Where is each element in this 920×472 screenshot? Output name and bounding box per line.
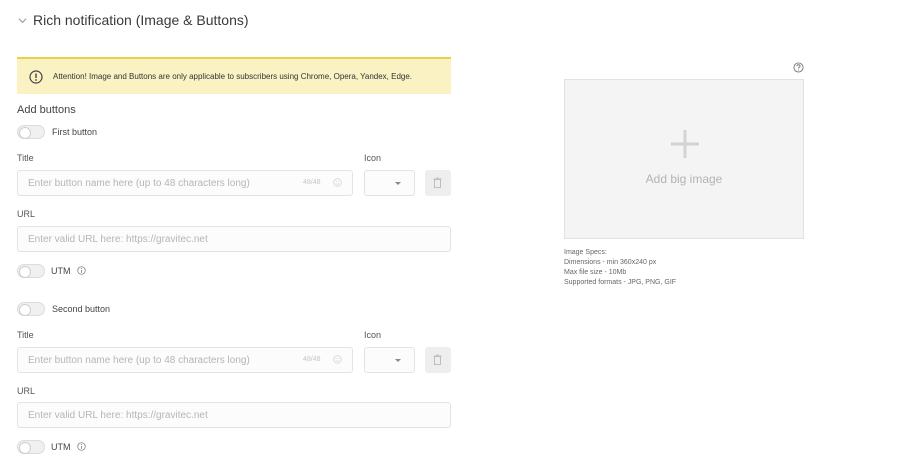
icon-label: Icon [364, 330, 382, 340]
char-counter: 48/48 [303, 356, 321, 363]
second-button-toggle[interactable] [17, 302, 45, 316]
image-dropzone[interactable]: Add big image [564, 79, 804, 239]
second-button-url-input[interactable]: Enter valid URL here: https://gravitec.n… [17, 402, 451, 428]
second-button-delete-button[interactable] [425, 347, 451, 373]
info-icon[interactable] [77, 266, 86, 275]
second-utm-toggle[interactable] [17, 440, 45, 454]
url-label: URL [17, 386, 36, 396]
char-counter: 48/48 [303, 179, 321, 186]
url-placeholder: Enter valid URL here: https://gravitec.n… [28, 233, 208, 245]
title-placeholder: Enter button name here (up to 48 charact… [28, 354, 250, 366]
section-header[interactable]: Rich notification (Image & Buttons) [18, 12, 249, 28]
plus-icon [671, 130, 699, 158]
first-button-icon-select[interactable] [364, 170, 415, 196]
url-label: URL [17, 209, 36, 219]
second-button-label: Second button [52, 304, 111, 314]
alert-text: Attention! Image and Buttons are only ap… [53, 72, 413, 81]
add-big-image-text: Add big image [645, 172, 723, 186]
chevron-down-icon [18, 17, 27, 23]
first-button-url-input[interactable]: Enter valid URL here: https://gravitec.n… [17, 226, 451, 252]
warning-icon [29, 69, 43, 84]
first-utm-toggle[interactable] [17, 264, 45, 278]
emoji-icon[interactable] [333, 178, 342, 187]
url-placeholder: Enter valid URL here: https://gravitec.n… [28, 409, 208, 421]
info-icon[interactable] [77, 442, 86, 451]
specs-line: Dimensions - min 360x240 px [564, 259, 657, 266]
first-button-delete-button[interactable] [425, 170, 451, 196]
first-button-toggle[interactable] [17, 125, 45, 139]
specs-line: Supported formats - JPG, PNG, GIF [564, 279, 677, 286]
second-button-icon-select[interactable] [364, 347, 415, 373]
add-buttons-heading: Add buttons [17, 104, 76, 116]
first-button-label: First button [52, 127, 98, 137]
trash-icon [433, 177, 442, 188]
trash-icon [433, 354, 442, 365]
icon-label: Icon [364, 153, 382, 163]
emoji-icon[interactable] [333, 355, 342, 364]
utm-label: UTM [51, 266, 71, 276]
caret-down-icon [395, 182, 401, 185]
attention-alert: Attention! Image and Buttons are only ap… [17, 57, 451, 94]
title-label: Title [17, 330, 34, 340]
section-title: Rich notification (Image & Buttons) [33, 12, 249, 28]
utm-label: UTM [51, 442, 71, 452]
help-icon[interactable] [793, 62, 804, 73]
image-specs: Image Specs: Dimensions - min 360x240 px… [564, 248, 676, 288]
caret-down-icon [395, 359, 401, 362]
title-placeholder: Enter button name here (up to 48 charact… [28, 177, 250, 189]
specs-line: Image Specs: [564, 249, 607, 256]
specs-line: Max file size - 10Mb [564, 269, 627, 276]
title-label: Title [17, 153, 34, 163]
